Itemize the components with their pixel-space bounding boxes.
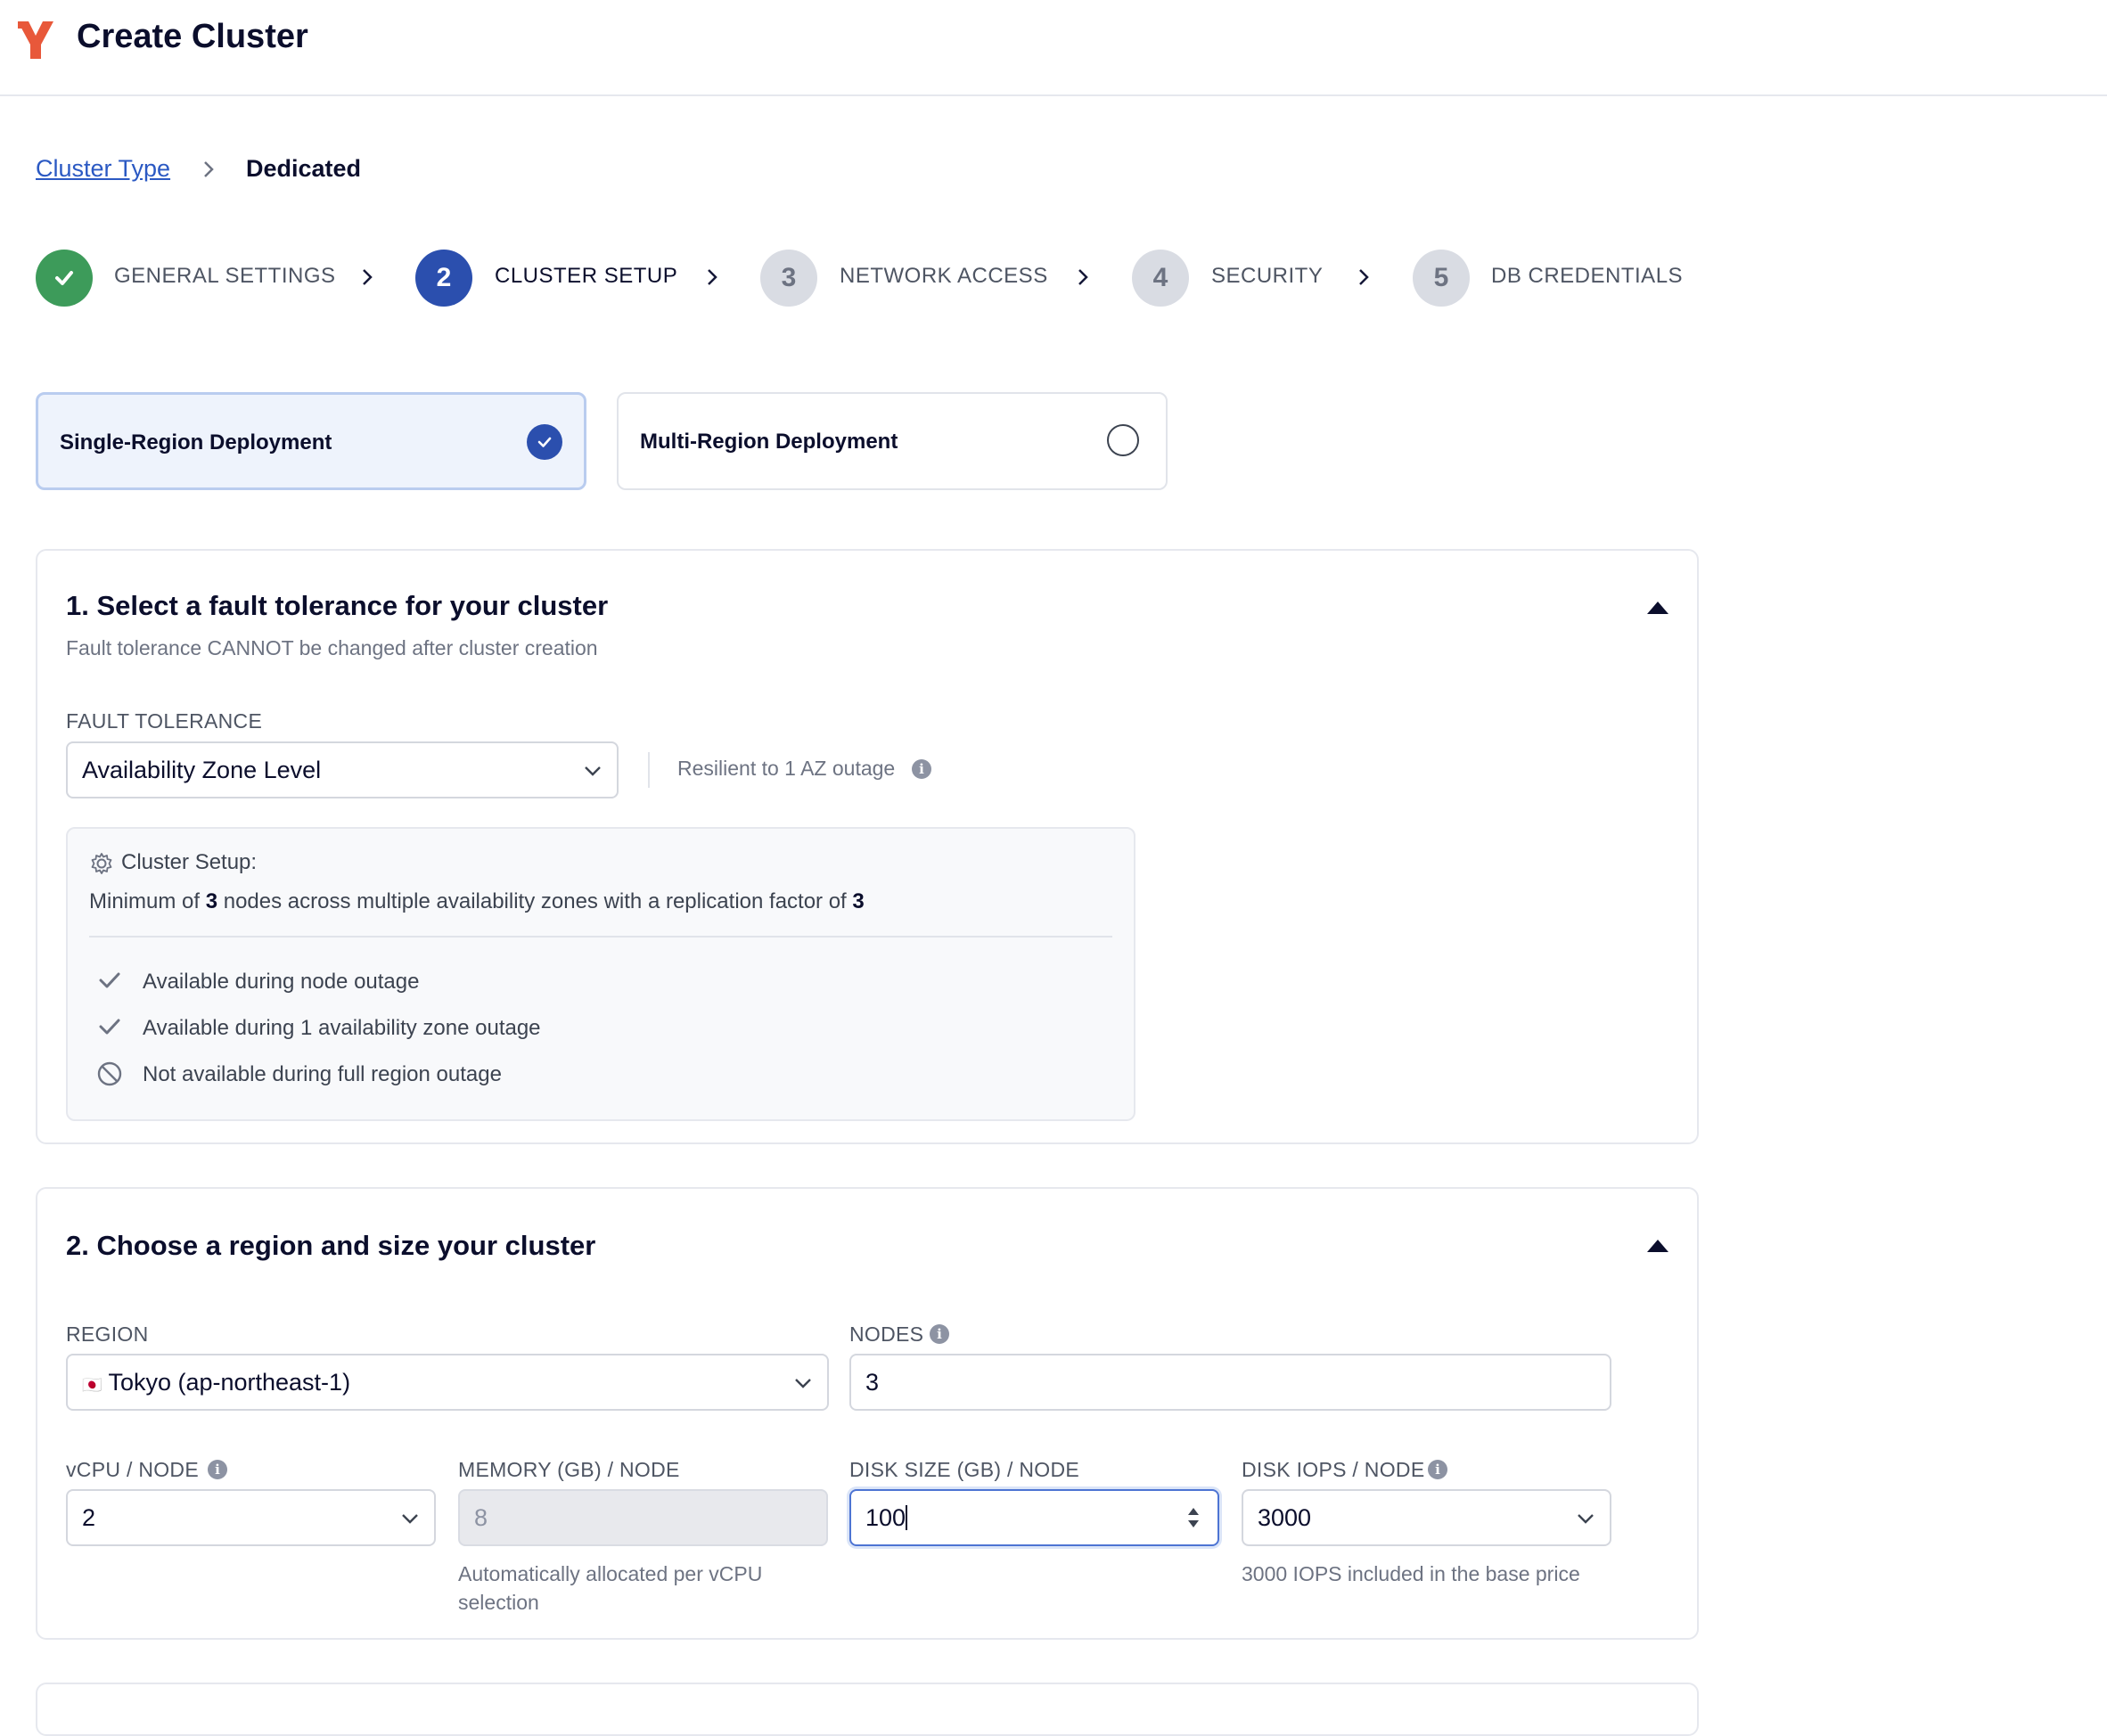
- disk-size-label: DISK SIZE (GB) / NODE: [849, 1458, 1080, 1481]
- yugabyte-logo-icon[interactable]: [16, 18, 62, 61]
- feature-node-outage: Available during node outage: [143, 970, 420, 994]
- fault-tolerance-label: FAULT TOLERANCE: [66, 709, 263, 733]
- resilience-note: Resilient to 1 AZ outage: [677, 757, 896, 780]
- japan-flag-icon: 🇯🇵: [82, 1376, 102, 1394]
- breadcrumb-chevron-right-icon: [200, 159, 217, 180]
- fault-tolerance-subtitle: Fault tolerance CANNOT be changed after …: [66, 636, 598, 659]
- step-3-number: 3: [760, 250, 817, 307]
- memory-value: 8: [474, 1504, 488, 1531]
- region-label: REGION: [66, 1322, 149, 1346]
- info-icon[interactable]: i: [912, 759, 931, 779]
- divider: [89, 936, 1112, 938]
- info-icon[interactable]: i: [930, 1324, 949, 1344]
- step-chevron-right-icon: [1074, 266, 1092, 289]
- single-region-deployment-card[interactable]: Single-Region Deployment: [36, 392, 586, 490]
- check-icon: [98, 1017, 121, 1036]
- prohibited-icon: [96, 1060, 123, 1087]
- check-icon: [98, 970, 121, 990]
- number-stepper-icon[interactable]: [1185, 1505, 1201, 1530]
- feature-az-outage: Available during 1 availability zone out…: [143, 1016, 541, 1040]
- nodes-input[interactable]: 3: [849, 1354, 1611, 1411]
- chevron-down-icon: [583, 763, 603, 779]
- min-nodes-value: 3: [205, 889, 218, 913]
- disk-size-value: 100: [865, 1504, 908, 1531]
- top-bar: [0, 0, 2107, 96]
- cluster-setup-description: Minimum of 3 nodes across multiple avail…: [89, 889, 865, 913]
- memory-input-disabled: 8: [458, 1489, 828, 1546]
- step-2-number: 2: [415, 250, 472, 307]
- breadcrumb-cluster-type-link[interactable]: Cluster Type: [36, 155, 170, 183]
- disk-iops-select[interactable]: 3000: [1242, 1489, 1611, 1546]
- vcpu-value: 2: [82, 1504, 96, 1531]
- fault-tolerance-value: Availability Zone Level: [82, 757, 322, 783]
- region-value: 🇯🇵 Tokyo (ap-northeast-1): [82, 1369, 351, 1396]
- step-4-number: 4: [1132, 250, 1189, 307]
- feature-region-outage: Not available during full region outage: [143, 1062, 502, 1086]
- step-chevron-right-icon: [1355, 266, 1373, 289]
- nodes-label: NODES: [849, 1322, 924, 1346]
- step-1-complete-check-icon: [36, 250, 93, 307]
- step-2-label: CLUSTER SETUP: [495, 264, 678, 288]
- single-region-deployment-label: Single-Region Deployment: [60, 430, 332, 454]
- step-5-number: 5: [1413, 250, 1470, 307]
- multi-region-deployment-card[interactable]: Multi-Region Deployment: [617, 392, 1168, 490]
- chevron-down-icon: [400, 1511, 420, 1527]
- selected-check-icon: [527, 424, 562, 460]
- info-icon[interactable]: i: [1428, 1460, 1447, 1479]
- memory-hint: Automatically allocated per vCPU selecti…: [458, 1562, 763, 1614]
- step-1-label: GENERAL SETTINGS: [114, 264, 336, 288]
- info-icon[interactable]: i: [208, 1460, 227, 1479]
- fault-tolerance-select[interactable]: Availability Zone Level: [66, 741, 619, 798]
- step-5-label: DB CREDENTIALS: [1491, 264, 1684, 288]
- step-chevron-right-icon: [358, 266, 376, 289]
- collapse-caret-up-icon[interactable]: [1647, 602, 1668, 614]
- multi-region-deployment-label: Multi-Region Deployment: [640, 430, 898, 454]
- disk-iops-hint: 3000 IOPS included in the base price: [1242, 1562, 1580, 1585]
- step-3-label: NETWORK ACCESS: [840, 264, 1048, 288]
- collapse-caret-up-icon[interactable]: [1647, 1240, 1668, 1252]
- cluster-setup-heading: Cluster Setup:: [121, 850, 258, 874]
- divider: [648, 752, 650, 788]
- region-select[interactable]: 🇯🇵 Tokyo (ap-northeast-1): [66, 1354, 829, 1411]
- memory-label: MEMORY (GB) / NODE: [458, 1458, 680, 1481]
- replication-factor-value: 3: [852, 889, 865, 913]
- step-4-label: SECURITY: [1211, 264, 1324, 288]
- gear-icon: [89, 851, 114, 876]
- disk-iops-label: DISK IOPS / NODE: [1242, 1458, 1425, 1481]
- disk-iops-value: 3000: [1258, 1504, 1312, 1531]
- nodes-value: 3: [865, 1369, 880, 1396]
- chevron-down-icon: [1576, 1511, 1595, 1527]
- vcpu-select[interactable]: 2: [66, 1489, 436, 1546]
- region-size-title: 2. Choose a region and size your cluster: [66, 1230, 596, 1261]
- unselected-radio-icon: [1107, 424, 1139, 456]
- step-chevron-right-icon: [703, 266, 721, 289]
- page-title: Create Cluster: [77, 18, 308, 55]
- disk-size-input[interactable]: 100: [849, 1489, 1219, 1546]
- text-cursor: [906, 1505, 908, 1530]
- vcpu-label: vCPU / NODE: [66, 1458, 199, 1481]
- fault-tolerance-title: 1. Select a fault tolerance for your clu…: [66, 590, 609, 621]
- breadcrumb-current: Dedicated: [246, 155, 362, 182]
- next-panel: [36, 1683, 1699, 1736]
- chevron-down-icon: [793, 1375, 813, 1391]
